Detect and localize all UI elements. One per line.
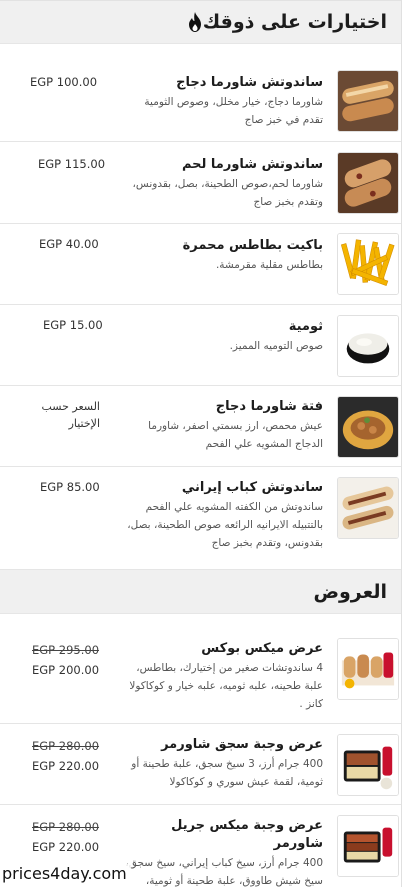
item-description: عيش محمص، ارز بسمتي اصفر، شاورما الدجاج …: [148, 420, 323, 450]
item-price: EGP 295.00 EGP 200.00: [32, 640, 99, 680]
item-price: EGP 280.00 EGP 220.00: [32, 817, 99, 857]
item-name: ساندوتش كباب إيراني: [181, 480, 323, 495]
item-price: EGP 85.00: [40, 480, 100, 494]
menu-item[interactable]: فتة شاورما دجاج عيش محمص، ارز بسمتي اصفر…: [0, 386, 401, 467]
meat-shawarma-sandwich-image: [337, 152, 399, 214]
chicken-shawarma-sandwich-image: [337, 70, 399, 132]
item-price: EGP 115.00: [38, 157, 106, 171]
menu-item[interactable]: باكيت بطاطس محمرة بطاطس مقلية مقرمشة. EG…: [0, 224, 401, 305]
item-name: باكيت بطاطس محمرة: [182, 238, 323, 253]
offer-item[interactable]: عرض ميكس بوكس 4 ساندوتشات صغير من إختيار…: [0, 628, 401, 724]
scroll-edge: [401, 0, 417, 887]
old-price: EGP 280.00: [32, 739, 100, 753]
old-price: EGP 280.00: [32, 820, 100, 834]
item-name: ساندوتش شاورما دجاج: [176, 75, 323, 90]
item-price: EGP 280.00 EGP 220.00: [32, 736, 99, 776]
mix-box-image: [337, 638, 399, 700]
offer-item[interactable]: عرض وجبة سجق شاورمر 400 جرام أرز، 3 سيخ …: [0, 724, 401, 805]
section-title: العروض: [313, 580, 387, 603]
watermark-text: prices4day.com: [0, 864, 131, 883]
section-header-offers: العروض: [0, 570, 401, 614]
item-name: عرض وجبة سجق شاورمر: [161, 737, 323, 752]
item-price: السعر حسب الإختيار: [41, 400, 100, 430]
garlic-sauce-image: [337, 315, 399, 377]
menu-item[interactable]: ساندوتش شاورما لحم شاورما لحم،صوص الطحين…: [0, 142, 401, 224]
new-price: EGP 200.00: [32, 663, 100, 677]
item-price: EGP 15.00: [43, 318, 103, 332]
item-description: ساندوتش من الكفته المشويه علي الفحم بالت…: [127, 501, 323, 549]
mix-grill-meal-image: [337, 815, 399, 877]
item-description: بطاطس مقلية مقرمشة.: [215, 259, 323, 271]
new-price: EGP 220.00: [32, 759, 100, 773]
item-name: ساندوتش شاورما لحم: [181, 157, 323, 172]
section-title: اختيارات على ذوقك: [202, 11, 387, 33]
sausage-meal-image: [337, 734, 399, 796]
french-fries-image: [337, 233, 399, 295]
menu-item[interactable]: ثومية صوص التوميه المميز. EGP 15.00: [0, 305, 401, 386]
menu-item[interactable]: ساندوتش شاورما دجاج شاورما دجاج، خيار مخ…: [0, 60, 401, 142]
section-header-choices: اختيارات على ذوقك: [0, 0, 401, 44]
flame-icon: [188, 12, 201, 32]
item-description: 4 ساندوتشات صغير من إختيارك، بطاطس، علبة…: [129, 662, 323, 710]
shawarma-fatta-image: [337, 396, 399, 458]
item-description: شاورما دجاج، خيار مخلل، وصوص الثومية تقد…: [144, 96, 323, 126]
item-description: 400 جرام أرز، سيخ كباب إيراني، سيخ سجق، …: [125, 857, 323, 887]
item-name: ثومية: [288, 319, 323, 334]
item-name: عرض وجبة ميكس جريل شاورمر: [171, 818, 323, 851]
old-price: EGP 295.00: [32, 643, 100, 657]
item-price: EGP 40.00: [39, 237, 99, 251]
new-price: EGP 220.00: [32, 840, 100, 854]
menu-item[interactable]: ساندوتش كباب إيراني ساندوتش من الكفته ال…: [0, 467, 401, 570]
item-price: EGP 100.00: [30, 75, 98, 89]
kebab-sandwich-image: [337, 477, 399, 539]
item-description: 400 جرام أرز، 3 سيخ سجق، علبة طحينة أو ث…: [131, 758, 323, 788]
item-description: صوص التوميه المميز.: [229, 340, 323, 352]
item-description: شاورما لحم،صوص الطحينة، بصل، بقدونس، وتق…: [132, 178, 323, 208]
item-name: عرض ميكس بوكس: [201, 641, 323, 656]
item-name: فتة شاورما دجاج: [215, 399, 323, 414]
